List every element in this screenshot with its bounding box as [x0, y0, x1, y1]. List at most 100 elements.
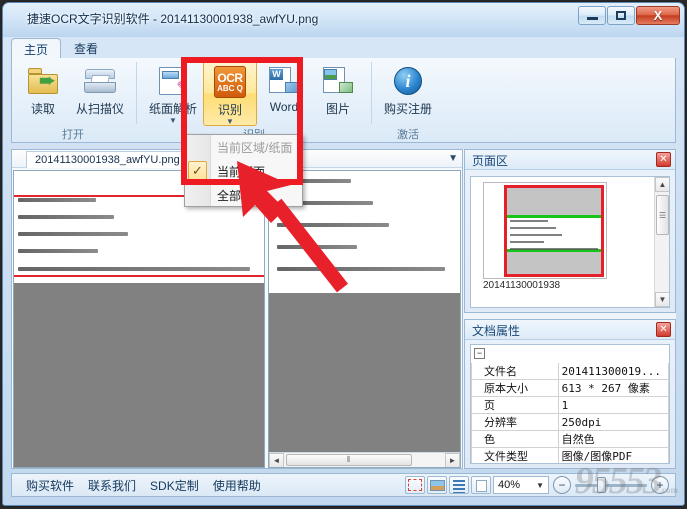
maximize-icon [616, 11, 626, 20]
prop-key: 文件名 [471, 363, 559, 380]
pages-vertical-scrollbar[interactable]: ▲ ☰ ▼ [654, 177, 669, 307]
text-line [18, 198, 96, 202]
table-row: 分辨率 250dpi [471, 413, 669, 431]
ribbon-separator [136, 62, 137, 124]
page-analyze-icon: ✎ [159, 63, 189, 99]
export-word-button[interactable]: W Word [257, 61, 311, 126]
text-line [277, 245, 357, 249]
status-link-help[interactable]: 使用帮助 [213, 477, 261, 494]
zoom-slider-track [575, 484, 647, 487]
page-analyze-button-label: 纸面解析 [148, 102, 197, 116]
minimize-icon [586, 17, 598, 20]
export-image-button[interactable]: 图片 [311, 61, 365, 126]
page-view-right[interactable]: ◄ ⦀ ► [268, 170, 461, 468]
ribbon-group-activate: i 购买注册 激活 [374, 58, 442, 142]
menu-item-all[interactable]: 全部 [185, 183, 302, 207]
from-scanner-button-label: 从扫描仪 [75, 102, 124, 116]
zoom-slider-knob[interactable] [597, 477, 606, 493]
scroll-left-button[interactable]: ◄ [269, 452, 284, 467]
from-scanner-button[interactable]: 从扫描仪 [70, 61, 130, 126]
scroll-right-button[interactable]: ► [445, 452, 460, 467]
prop-value: 201411300019... [557, 363, 669, 380]
thumbnail-view-icon[interactable] [427, 476, 447, 494]
table-row: 色 自然色 [471, 430, 669, 448]
maximize-button[interactable] [607, 6, 635, 25]
zoom-level-value: 40% [498, 479, 521, 491]
status-link-sdk[interactable]: SDK定制 [150, 477, 199, 494]
properties-grid: − 文件名 201411300019... 原本大小 613 * 267 像素 … [470, 344, 670, 464]
recognize-dropdown-arrow[interactable]: ▼ [226, 118, 234, 126]
page-thumbnail-area[interactable]: 20141130001938 ▲ ☰ ▼ [470, 176, 670, 308]
status-link-contact[interactable]: 联系我们 [88, 477, 136, 494]
buy-register-button-label: 购买注册 [383, 102, 432, 116]
scroll-up-button[interactable]: ▲ [655, 177, 669, 192]
menu-item-current-region[interactable]: 当前区域/纸面 [185, 135, 302, 159]
properties-expander-icon[interactable]: − [474, 348, 485, 359]
page-thumbnail[interactable] [483, 182, 607, 279]
read-button[interactable]: ➨ 读取 [16, 61, 70, 126]
scroll-down-button[interactable]: ▼ [655, 292, 669, 307]
prop-key: 色 [471, 430, 559, 448]
scroll-track[interactable]: ⦀ [284, 452, 445, 467]
minimize-button[interactable] [578, 6, 606, 25]
chevron-down-icon[interactable]: ▼ [536, 481, 544, 490]
zoom-in-button[interactable]: + [651, 476, 669, 494]
page-gray-area-left [14, 283, 264, 467]
application-window: 捷速OCR文字识别软件 - 20141130001938_awfYU.png X… [2, 2, 685, 506]
scroll-thumb[interactable]: ⦀ [286, 453, 412, 466]
status-link-buy[interactable]: 购买软件 [26, 477, 74, 494]
properties-panel-close-icon[interactable]: ✕ [656, 322, 671, 337]
document-tab-dropdown-icon[interactable]: ▼ [448, 153, 458, 164]
zoom-slider[interactable] [575, 476, 647, 494]
pages-scroll-thumb[interactable]: ☰ [656, 195, 669, 235]
zoom-level-select[interactable]: 40% ▼ [493, 476, 549, 494]
zoom-out-button[interactable]: − [553, 476, 571, 494]
prop-key: 分辨率 [471, 413, 559, 431]
tab-view[interactable]: 查看 [61, 38, 111, 59]
ribbon-group-open-items: ➨ 读取 从扫描仪 [12, 58, 134, 126]
folder-open-icon: ➨ [28, 63, 58, 99]
tab-home[interactable]: 主页 [11, 38, 62, 59]
document-tab[interactable]: 20141130001938_awfYU.png [26, 151, 189, 168]
ribbon-group-open: ➨ 读取 从扫描仪 打开 [12, 58, 134, 142]
ocr-icon: OCR ABC Q [214, 64, 246, 100]
prop-key: 原本大小 [471, 379, 559, 397]
prop-key: 文件类型 [471, 447, 559, 463]
table-row: 页 1 [471, 396, 669, 414]
close-button[interactable]: X [636, 6, 680, 25]
page-analyze-dropdown-arrow[interactable]: ▼ [169, 117, 177, 125]
image-icon [323, 63, 353, 99]
ribbon-tabstrip: 主页 查看 [11, 37, 676, 59]
table-row: 原本大小 613 * 267 像素 [471, 379, 669, 397]
right-sidebar: 页面区 ✕ 20141130001938 ▲ ☰ ▼ 文档属性 ✕ − 文件名 … [464, 149, 676, 469]
read-button-label: 读取 [30, 102, 55, 116]
pages-panel-close-icon[interactable]: ✕ [656, 152, 671, 167]
thumbnail-caption: 20141130001938 [483, 280, 561, 291]
recognize-button[interactable]: OCR ABC Q 识别 ▼ [203, 61, 257, 126]
scanner-icon [84, 63, 116, 99]
text-list-view-icon[interactable] [449, 476, 469, 494]
recognize-button-label: 识别 [217, 103, 242, 117]
title-bar: 捷速OCR文字识别软件 - 20141130001938_awfYU.png X [3, 3, 684, 33]
ribbon: ➨ 读取 从扫描仪 打开 ✎ 纸面解析 ▼ OCR ABC Q 识别 ▼ W W… [11, 58, 676, 143]
recognize-dropdown-menu: 当前区域/纸面 ✓ 当前页面 全部 [184, 134, 303, 207]
horizontal-scrollbar[interactable]: ◄ ⦀ ► [269, 452, 460, 467]
page-gray-area-right [269, 293, 460, 452]
window-controls: X [577, 6, 680, 25]
single-page-view-icon[interactable] [471, 476, 491, 494]
page-analyze-button[interactable]: ✎ 纸面解析 ▼ [143, 61, 203, 126]
properties-table: 文件名 201411300019... 原本大小 613 * 267 像素 页 … [471, 363, 669, 463]
thumbnail-page-region-box [504, 185, 604, 277]
text-line [277, 267, 445, 271]
prop-key: 页 [471, 396, 559, 414]
prop-value: 图像/图像PDF [557, 447, 669, 463]
menu-item-current-page[interactable]: ✓ 当前页面 [185, 159, 302, 183]
text-line [18, 249, 98, 253]
info-icon: i [394, 63, 422, 99]
word-icon: W [269, 63, 299, 99]
page-view-left[interactable] [13, 170, 265, 468]
select-region-view-icon[interactable] [405, 476, 425, 494]
buy-register-button[interactable]: i 购买注册 [378, 61, 438, 126]
check-icon: ✓ [188, 161, 207, 180]
pages-panel: 页面区 ✕ 20141130001938 ▲ ☰ ▼ [464, 149, 676, 313]
